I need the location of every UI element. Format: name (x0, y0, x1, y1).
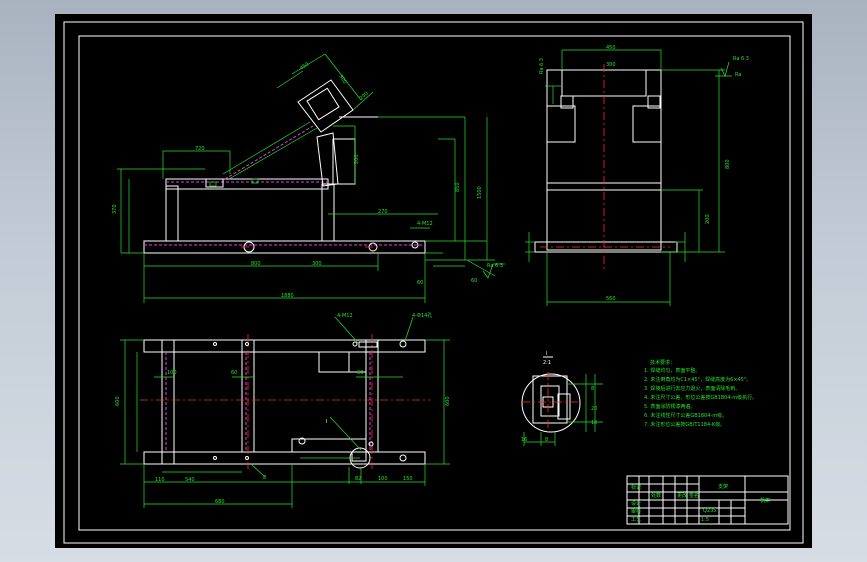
svg-text:签名: 签名 (689, 492, 699, 499)
svg-text:4-M12: 4-M12 (337, 313, 353, 319)
svg-text:设计: 设计 (631, 500, 641, 507)
svg-text:Q235: Q235 (703, 508, 716, 514)
side-view: 450 300 560 800 200 Ra 6.3 Ra 6.3 Ra (525, 45, 749, 306)
roughness-label-front: Ra 6.3 (487, 263, 503, 269)
technical-notes: 技术要求： 1. 焊缝均匀，表面平整。 2. 未注倒角均为C1×45°，焊缝高度… (644, 359, 757, 428)
svg-text:8: 8 (591, 386, 594, 392)
svg-text:2. 未注倒角均为C1×45°，焊缝高度为6×45°。: 2. 未注倒角均为C1×45°，焊缝高度为6×45°。 (644, 376, 751, 383)
svg-text:1500: 1500 (477, 186, 483, 199)
svg-text:支架: 支架 (718, 483, 728, 490)
svg-text:处数: 处数 (651, 492, 661, 499)
svg-text:Ra 6.3: Ra 6.3 (539, 58, 545, 74)
svg-text:270: 270 (378, 209, 388, 215)
svg-text:850: 850 (455, 182, 461, 192)
svg-text:560: 560 (606, 296, 616, 302)
top-view: 110 540 680 82 100 150 600 600 100 60 60… (115, 312, 451, 508)
svg-text:100: 100 (378, 476, 388, 482)
svg-text:1:5: 1:5 (701, 517, 709, 523)
svg-text:450: 450 (299, 61, 310, 71)
svg-text:4-Φ14孔: 4-Φ14孔 (412, 312, 432, 319)
roughness-label-side: Ra 6.3 (733, 56, 749, 62)
detail-view: I 2:1 16 8 8 20 16 (521, 351, 603, 446)
drawing-sheet: 1880 800 300 720 370 1500 850 270 4-M12 … (63, 21, 804, 544)
svg-text:60: 60 (231, 370, 237, 376)
svg-text:60: 60 (357, 370, 363, 376)
svg-text:450: 450 (606, 45, 616, 51)
svg-text:720: 720 (195, 146, 205, 152)
svg-text:600: 600 (115, 396, 121, 406)
svg-text:审核: 审核 (631, 508, 641, 515)
svg-text:1880: 1880 (281, 293, 294, 299)
svg-text:8: 8 (545, 437, 548, 443)
detail-view-label: I (546, 351, 547, 357)
svg-text:4. 未注尺寸公差、形位公差按GB1804-m级执行。: 4. 未注尺寸公差、形位公差按GB1804-m级执行。 (644, 394, 757, 401)
svg-text:60: 60 (417, 280, 423, 286)
svg-text:5. 表面涂防锈漆两遍。: 5. 表面涂防锈漆两遍。 (644, 403, 695, 410)
svg-text:机架: 机架 (760, 497, 770, 504)
svg-text:标记: 标记 (631, 484, 641, 491)
svg-text:800: 800 (251, 261, 261, 267)
svg-text:8: 8 (263, 475, 266, 481)
svg-text:300: 300 (337, 74, 347, 85)
front-view: 1880 800 300 720 370 1500 850 270 4-M12 … (112, 53, 505, 303)
svg-text:技术要求：: 技术要求： (650, 359, 675, 366)
svg-text:6. 未注线性尺寸公差GB1804-m级。: 6. 未注线性尺寸公差GB1804-m级。 (644, 412, 727, 419)
svg-text:370: 370 (112, 204, 118, 214)
svg-text:200: 200 (354, 154, 360, 164)
svg-text:200: 200 (358, 91, 369, 102)
svg-text:16: 16 (591, 420, 597, 426)
svg-text:300: 300 (606, 62, 616, 68)
cad-viewport[interactable]: 1880 800 300 720 370 1500 850 270 4-M12 … (55, 14, 812, 548)
outer-border (63, 21, 804, 544)
svg-text:200: 200 (705, 214, 711, 224)
svg-text:150: 150 (403, 476, 413, 482)
title-block: 支架 机架 Q235 标记 处数 更改 签名 设计 审核 工艺 1:5 (626, 475, 789, 525)
svg-text:82: 82 (355, 476, 361, 482)
svg-text:600: 600 (445, 396, 451, 406)
svg-text:4-M12: 4-M12 (417, 221, 433, 227)
svg-text:680: 680 (215, 499, 225, 505)
svg-text:16: 16 (521, 437, 527, 443)
svg-text:110: 110 (155, 477, 165, 483)
svg-text:Ra: Ra (735, 72, 741, 78)
svg-text:300: 300 (312, 261, 322, 267)
inner-border (78, 35, 791, 531)
svg-text:2:1: 2:1 (543, 360, 551, 366)
svg-text:工艺: 工艺 (631, 517, 641, 523)
svg-text:更改: 更改 (677, 492, 687, 499)
svg-text:60: 60 (471, 278, 477, 284)
svg-text:1. 焊缝均匀，表面平整。: 1. 焊缝均匀，表面平整。 (644, 367, 700, 374)
svg-text:3. 焊接后进行去应力退火，表面清除毛刺。: 3. 焊接后进行去应力退火，表面清除毛刺。 (644, 385, 740, 392)
detail-callout-label: I (326, 419, 327, 425)
svg-text:100: 100 (167, 370, 177, 376)
svg-text:7. 未注形位公差按GB/T1184-K级。: 7. 未注形位公差按GB/T1184-K级。 (644, 421, 725, 428)
svg-text:800: 800 (725, 159, 731, 169)
svg-text:540: 540 (185, 477, 195, 483)
svg-text:20: 20 (591, 406, 597, 412)
